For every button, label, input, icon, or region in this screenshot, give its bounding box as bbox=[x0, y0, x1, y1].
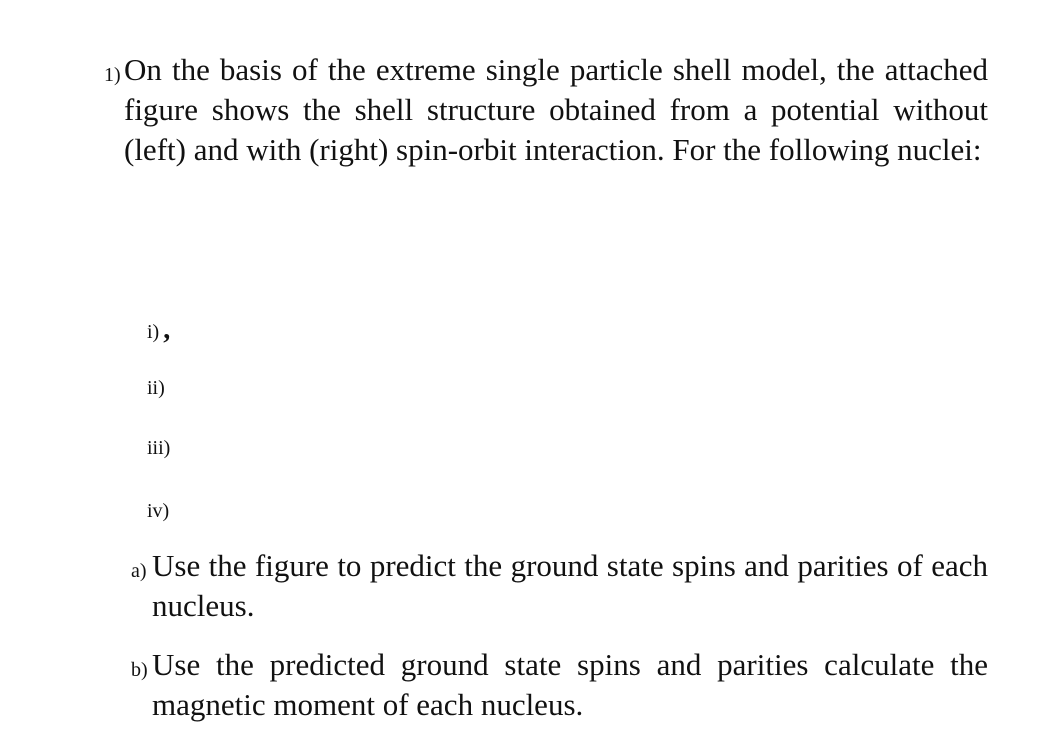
part-text: Use the figure to predict the ground sta… bbox=[152, 548, 988, 623]
nucleus-marker: i) bbox=[147, 321, 160, 343]
nucleus-extra: , bbox=[163, 314, 171, 345]
nucleus-marker: iii) bbox=[147, 437, 171, 459]
nucleus-item: iv) bbox=[147, 500, 169, 523]
part-text: Use the predicted ground state spins and… bbox=[152, 647, 988, 722]
question-text: On the basis of the extreme single parti… bbox=[124, 52, 988, 167]
question-1: 1) On the basis of the extreme single pa… bbox=[104, 50, 988, 170]
nucleus-marker: iv) bbox=[147, 500, 170, 522]
part-b: b) Use the predicted ground state spins … bbox=[131, 645, 988, 725]
part-marker: a) bbox=[131, 560, 147, 582]
part-marker: b) bbox=[131, 659, 148, 681]
nucleus-item: iii) bbox=[147, 437, 170, 460]
nucleus-item: ii) bbox=[147, 377, 165, 400]
nucleus-marker: ii) bbox=[147, 377, 165, 399]
nucleus-item: i), bbox=[147, 314, 170, 346]
question-number: 1) bbox=[104, 64, 121, 86]
part-a: a) Use the figure to predict the ground … bbox=[131, 546, 988, 626]
